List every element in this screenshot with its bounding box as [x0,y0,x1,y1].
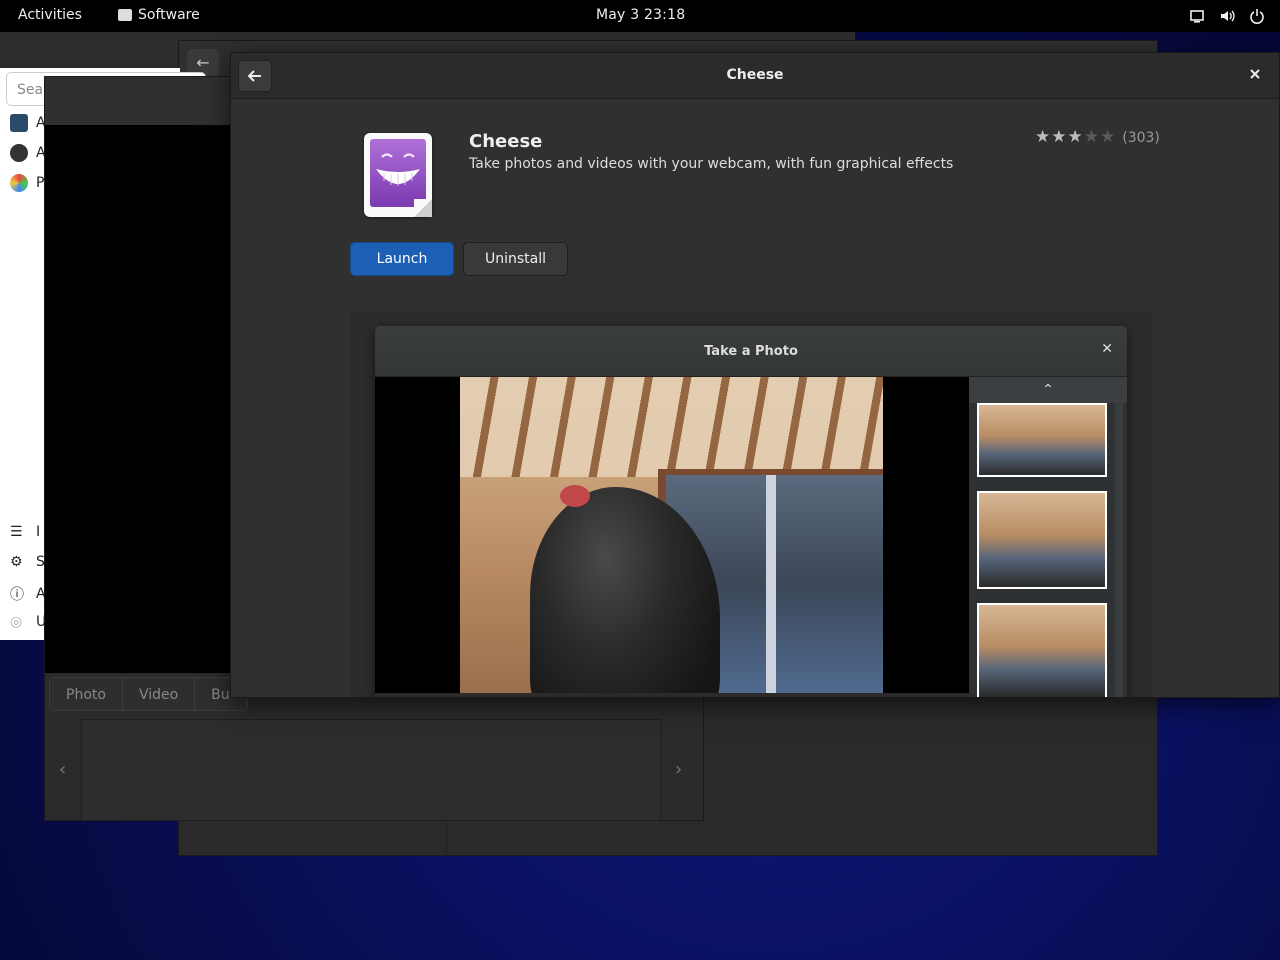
files-row[interactable]: ◎ U [10,614,46,630]
files-row[interactable]: A [10,144,46,162]
star-empty-icon: ★ [1083,127,1099,147]
gear-icon: ⚙ [10,554,23,570]
files-row[interactable]: ⚙ S [10,554,45,570]
app-description: Take photos and videos with your webcam,… [469,156,954,172]
chevron-left-icon[interactable]: ‹ [59,759,66,780]
palette-icon [10,174,28,192]
activities-button[interactable]: Activities [18,7,82,23]
close-icon: ✕ [1101,341,1113,357]
star-filled-icon: ★ [1067,127,1083,147]
app-name: Cheese [469,131,543,152]
chevron-up-icon: ⌃ [969,377,1127,403]
screenshot-thumbnail-panel: ⌃ [969,377,1127,697]
chevron-right-icon[interactable]: › [675,759,682,780]
page-fold [414,199,432,217]
webcam-image [460,377,883,693]
app-menu-button[interactable]: Software [118,7,200,23]
close-button[interactable] [1245,65,1265,85]
chicken-comb [560,485,590,507]
star-empty-icon: ★ [1100,127,1116,147]
volume-icon [1218,7,1236,25]
clock[interactable]: May 3 23:18 [596,7,685,23]
files-row[interactable]: A [10,114,46,132]
ceiling-texture [460,377,883,477]
star-filled-icon: ★ [1035,127,1051,147]
screenshot-titlebar: Take a Photo ✕ [375,326,1127,377]
system-menu[interactable] [1188,7,1266,25]
app-screenshot[interactable]: Take a Photo ✕ ⌃ [375,326,1127,697]
dialog-title: Cheese [726,67,784,83]
files-row[interactable]: P [10,174,44,192]
files-row[interactable]: ☰ I [10,524,40,540]
app-menu-label: Software [138,7,200,23]
display-icon [1188,7,1206,25]
cheese-mode-switcher: Photo Video Bu [49,677,248,711]
mode-photo-button[interactable]: Photo [50,678,123,710]
photo-thumbnail [977,403,1107,477]
screenshot-title: Take a Photo [704,344,798,359]
star-filled-icon: ★ [1051,127,1067,147]
rating-count[interactable]: (303) [1122,130,1160,146]
thumbnail-strip [81,719,661,821]
thumbnail-scrollbar [1115,403,1123,697]
files-row-label: I [36,524,41,540]
list-icon: ☰ [10,524,23,540]
screenshot-video-area [375,377,969,693]
mode-video-button[interactable]: Video [122,678,196,710]
close-icon [1250,69,1260,79]
power-icon [1248,7,1266,25]
launch-button[interactable]: Launch [350,242,454,276]
cheese-app-icon [364,133,432,217]
disc-icon: ◎ [10,614,23,630]
dialog-titlebar: Cheese [231,53,1279,99]
app-rating: ★ ★ ★ ★ ★ (303) [1035,129,1160,146]
files-row[interactable]: ⓘ A [10,584,46,604]
app-grid-icon [10,114,28,132]
uninstall-button[interactable]: Uninstall [463,242,568,276]
cheese-face-icon [370,139,426,207]
info-icon: ⓘ [10,587,24,603]
top-bar: Activities Software May 3 23:18 [0,0,1280,32]
photo-thumbnail [977,603,1107,697]
app-details-dialog: Cheese Cheese Take photos and videos wit… [230,52,1280,698]
photo-thumbnail [977,491,1107,589]
software-bag-icon [118,9,132,21]
circle-icon [10,144,28,162]
